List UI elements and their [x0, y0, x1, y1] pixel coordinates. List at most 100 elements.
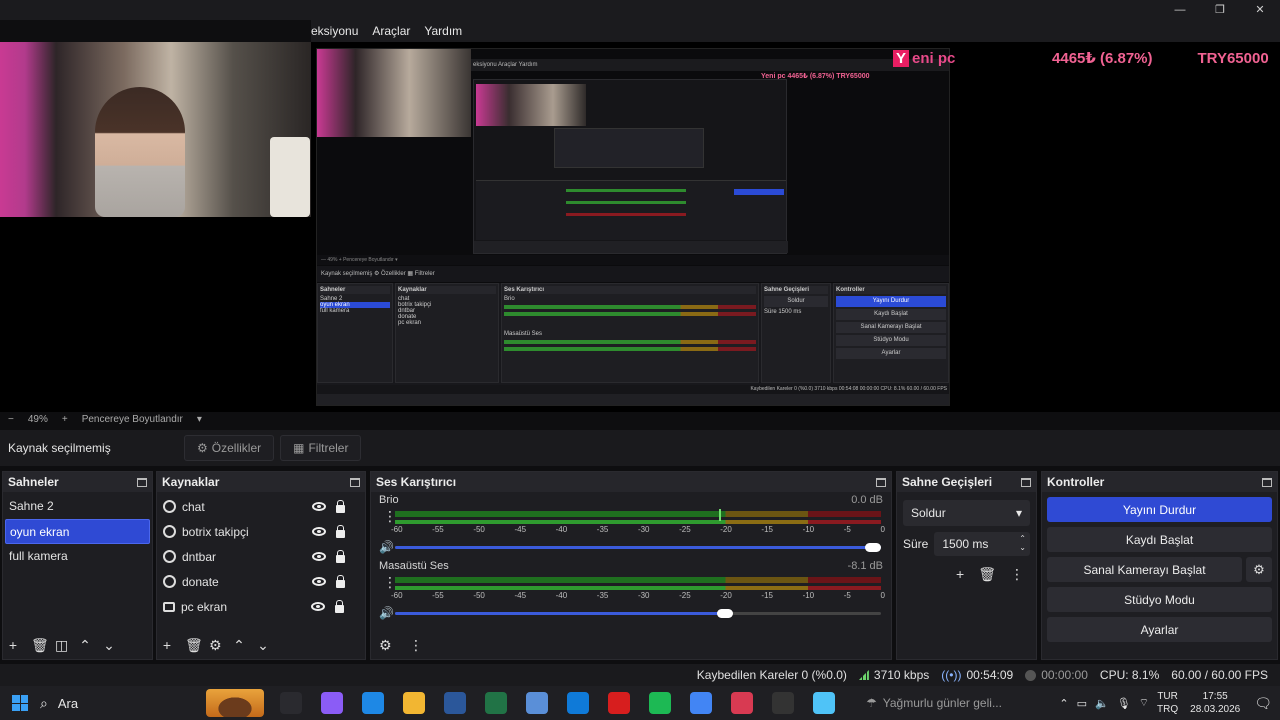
obs-icon[interactable]: [771, 692, 794, 714]
file-explorer-icon[interactable]: [402, 692, 425, 714]
word-icon[interactable]: [443, 692, 466, 714]
zoom-in-button[interactable]: +: [62, 414, 68, 425]
lock-icon[interactable]: [336, 499, 345, 513]
close-button[interactable]: ✕: [1240, 0, 1280, 20]
trash-icon[interactable]: 🗑: [978, 566, 996, 583]
move-up-button[interactable]: ⌃: [79, 637, 91, 654]
edge-icon[interactable]: [361, 692, 384, 714]
program-preview[interactable]: eksiyonu Araçlar Yardım Yeni pc 4465₺ (6…: [0, 42, 1280, 412]
move-up-button[interactable]: ⌃: [233, 637, 245, 654]
taskbar-search[interactable]: ⌕ Ara: [40, 695, 206, 712]
notification-icon[interactable]: 🗨: [1254, 695, 1272, 712]
windows-start-button[interactable]: [12, 695, 28, 711]
sources-footer: + 🗑 ⚙ ⌃ ⌄: [157, 631, 365, 659]
spotify-icon[interactable]: [648, 692, 671, 714]
volume-slider-handle[interactable]: [865, 543, 881, 552]
lock-icon[interactable]: [335, 599, 344, 613]
source-item-dntbar[interactable]: dntbar: [159, 544, 363, 569]
webcam-feed: [0, 42, 311, 217]
meter-tick-label: -20: [720, 525, 732, 534]
battery-icon[interactable]: ▭: [1077, 697, 1087, 710]
streamer-figure: [95, 87, 185, 217]
mixer-menu-icon[interactable]: ⋮: [409, 637, 423, 654]
transition-menu-icon[interactable]: ⋮: [1010, 566, 1024, 583]
speaker-icon[interactable]: 🔊: [379, 541, 394, 553]
settings-button[interactable]: Ayarlar: [1047, 617, 1272, 642]
scene-item-full-kamera[interactable]: full kamera: [5, 544, 150, 569]
add-source-button[interactable]: +: [161, 637, 173, 653]
store-icon[interactable]: [566, 692, 589, 714]
source-item-chat[interactable]: chat: [159, 494, 363, 519]
volume-slider-fill: [395, 546, 881, 549]
menu-tools-partial[interactable]: eksiyonu: [311, 24, 358, 38]
eye-icon[interactable]: [312, 502, 326, 511]
calculator-icon[interactable]: [525, 692, 548, 714]
speaker-icon[interactable]: 🔊: [379, 607, 394, 619]
scene-item-oyun-ekran[interactable]: oyun ekran: [5, 519, 150, 544]
mixer-header: Ses Karıştırıcı: [371, 472, 891, 492]
transition-select[interactable]: Soldur ▾: [903, 500, 1030, 526]
menu-help[interactable]: Yardım: [424, 24, 462, 38]
undock-icon[interactable]: [1021, 477, 1031, 487]
search-highlight-image[interactable]: [206, 689, 264, 717]
fit-to-window[interactable]: Pencereye Boyutlandır: [82, 414, 183, 425]
trash-icon[interactable]: 🗑: [185, 637, 203, 654]
zoom-out-button[interactable]: −: [8, 414, 14, 425]
channel-menu-icon[interactable]: ⋮: [383, 575, 397, 589]
opera-icon[interactable]: [607, 692, 630, 714]
scene-filters-button[interactable]: ◫: [55, 637, 68, 654]
undock-icon[interactable]: [1262, 477, 1272, 487]
trash-icon[interactable]: 🗑: [31, 637, 49, 654]
start-virtual-camera-button[interactable]: Sanal Kamerayı Başlat: [1047, 557, 1242, 582]
maximize-button[interactable]: ❐: [1200, 0, 1240, 20]
volume-icon[interactable]: 🔈: [1095, 697, 1109, 710]
clock[interactable]: 17:55 28.03.2026: [1190, 690, 1240, 716]
language-indicator[interactable]: TUR TRQ: [1157, 690, 1178, 716]
microphone-icon[interactable]: 🎙: [1117, 697, 1131, 710]
lock-icon[interactable]: [336, 549, 345, 563]
studio-mode-button[interactable]: Stüdyo Modu: [1047, 587, 1272, 612]
excel-icon[interactable]: [484, 692, 507, 714]
gear-icon[interactable]: ⚙: [1246, 557, 1272, 582]
duration-spinner[interactable]: ⌃ ⌄: [1019, 534, 1026, 552]
lock-icon[interactable]: [336, 574, 345, 588]
source-item-pc-ekran[interactable]: pc ekran: [159, 594, 363, 619]
minimize-button[interactable]: —: [1160, 0, 1200, 20]
task-view-icon[interactable]: [279, 692, 302, 714]
filters-button[interactable]: ▦ Filtreler: [280, 435, 362, 461]
undock-icon[interactable]: [137, 477, 147, 487]
menu-tools[interactable]: Araçlar: [372, 24, 410, 38]
undock-icon[interactable]: [350, 477, 360, 487]
wifi-icon[interactable]: ⌔: [1139, 696, 1149, 710]
eye-icon[interactable]: [312, 552, 326, 561]
duration-input[interactable]: 1500 ms ⌃ ⌄: [934, 532, 1030, 556]
eye-icon[interactable]: [311, 602, 325, 611]
start-recording-button[interactable]: Kaydı Başlat: [1047, 527, 1272, 552]
app-icon[interactable]: [812, 692, 835, 714]
weather-widget[interactable]: ☂ Yağmurlu günler geli...: [866, 696, 1016, 710]
meter-tick-label: -35: [596, 591, 609, 600]
eye-icon[interactable]: [312, 527, 326, 536]
eye-icon[interactable]: [312, 577, 326, 586]
scene-item-sahne-2[interactable]: Sahne 2: [5, 494, 150, 519]
move-down-button[interactable]: ⌄: [103, 637, 115, 654]
chevron-up-icon[interactable]: ⌃: [1059, 697, 1068, 710]
copilot-icon[interactable]: [320, 692, 343, 714]
chrome-icon[interactable]: [689, 692, 712, 714]
zoom-dropdown-icon[interactable]: ▾: [197, 414, 202, 425]
source-item-botrix[interactable]: botrix takipçi: [159, 519, 363, 544]
pocket-icon[interactable]: [730, 692, 753, 714]
lock-icon[interactable]: [336, 524, 345, 538]
undock-icon[interactable]: [876, 477, 886, 487]
level-meter: [395, 577, 881, 583]
volume-slider-handle[interactable]: [717, 609, 734, 618]
channel-menu-icon[interactable]: ⋮: [383, 509, 397, 523]
advanced-audio-icon[interactable]: ⚙: [379, 637, 392, 654]
stop-streaming-button[interactable]: Yayını Durdur: [1047, 497, 1272, 522]
add-transition-button[interactable]: +: [956, 566, 964, 583]
gear-icon[interactable]: ⚙: [209, 637, 222, 654]
properties-button[interactable]: ⚙ Özellikler: [184, 435, 275, 461]
add-scene-button[interactable]: +: [7, 637, 19, 653]
move-down-button[interactable]: ⌄: [257, 637, 269, 654]
source-item-donate[interactable]: donate: [159, 569, 363, 594]
